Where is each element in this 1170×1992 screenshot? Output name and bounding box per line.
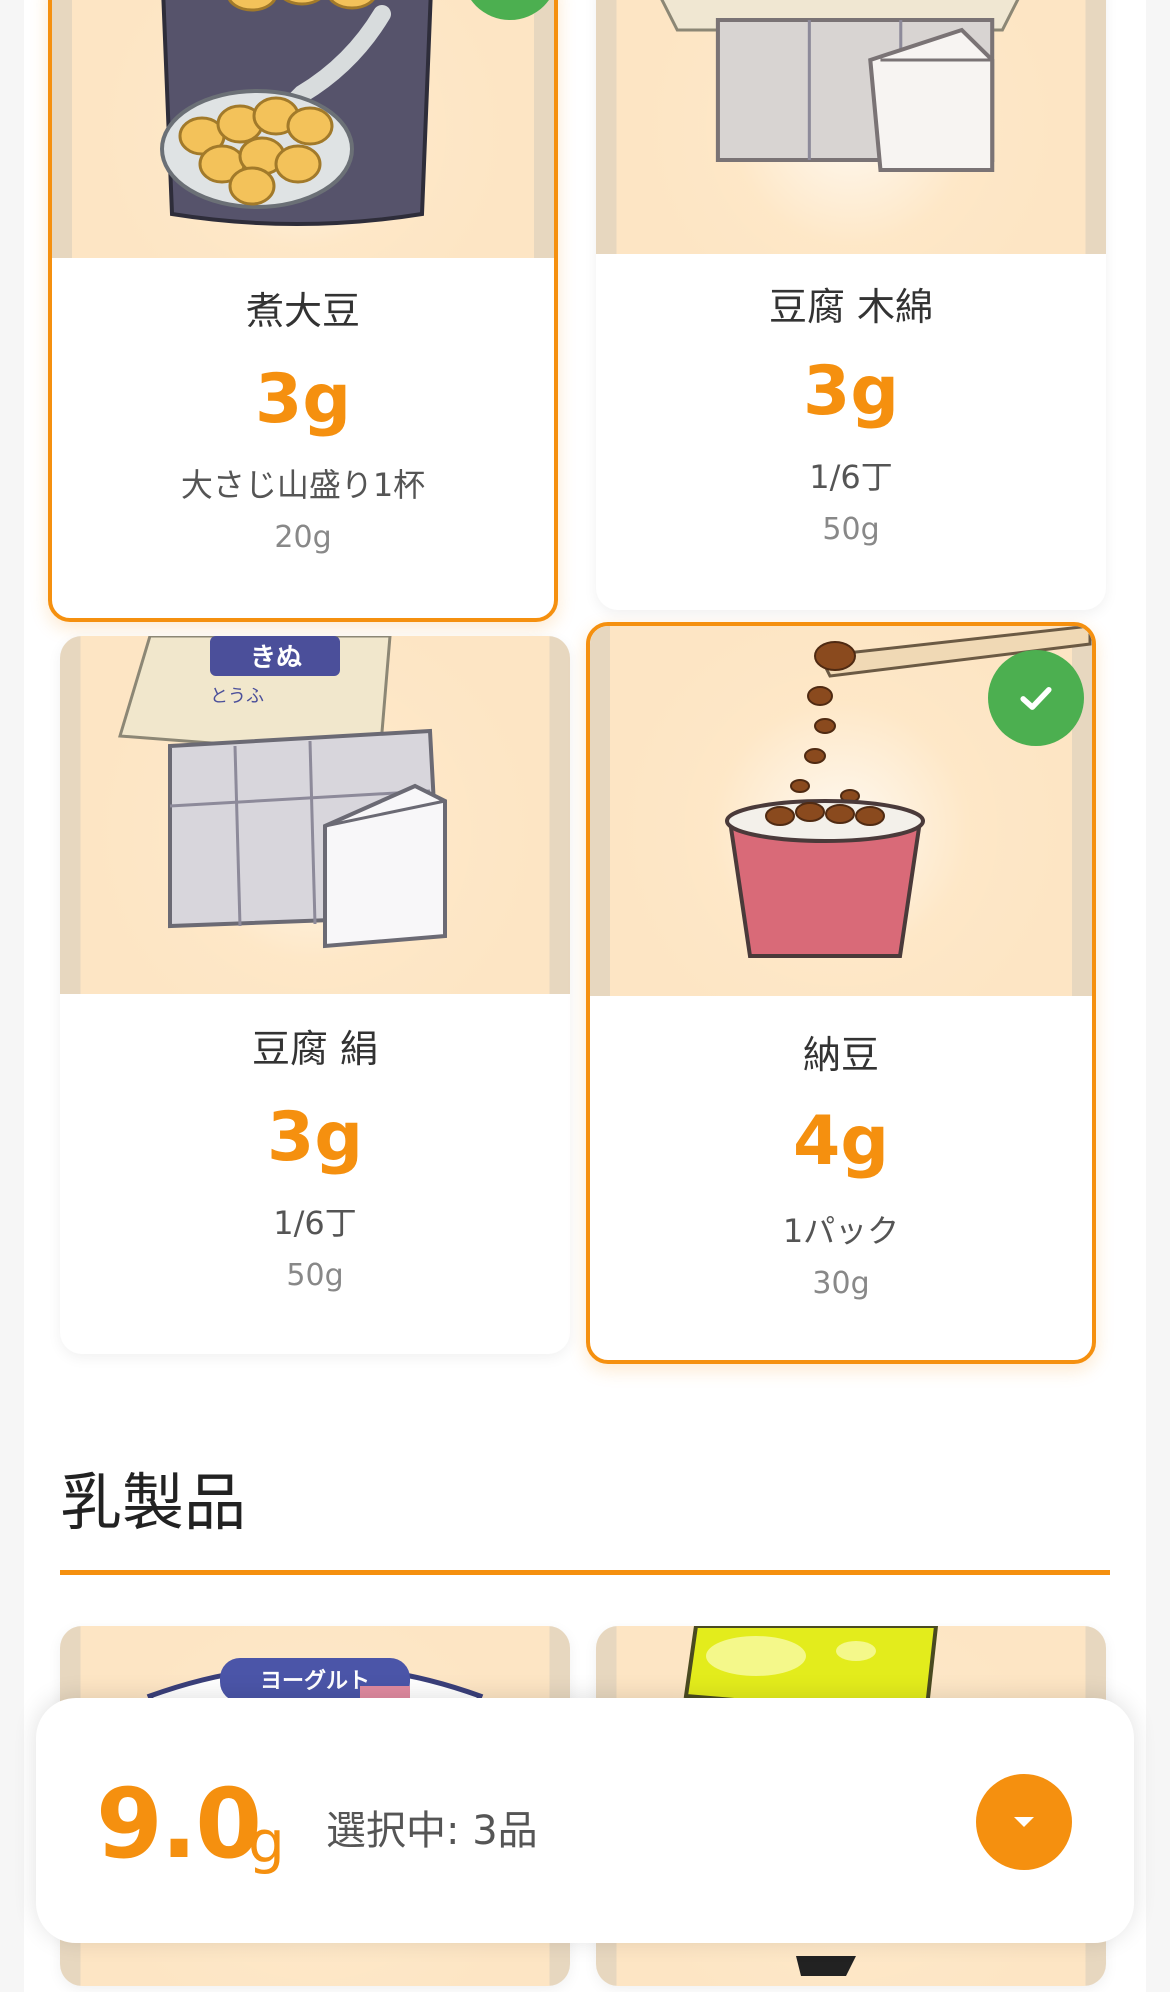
yogurt-package-label: ヨーグルト xyxy=(260,1668,370,1694)
chevron-down-icon xyxy=(1014,1817,1034,1827)
protein-amount: 4g xyxy=(793,1102,889,1181)
food-card-firm-tofu[interactable]: 豆腐 木綿 3g 1/6丁 50g xyxy=(596,0,1106,610)
food-name: 納豆 xyxy=(802,1033,879,1077)
protein-amount: 3g xyxy=(803,352,899,431)
food-card-boiled-soybeans[interactable]: 煮大豆 3g 大さじ山盛り1杯 20g xyxy=(48,0,558,622)
food-weight: 50g xyxy=(286,1258,344,1293)
portion-size: 1パック xyxy=(782,1212,900,1250)
portion-size: 1/6丁 xyxy=(809,458,893,496)
tofu-package-sublabel: とうふ xyxy=(210,686,264,707)
food-card-natto[interactable]: 納豆 4g 1パック 30g xyxy=(586,622,1096,1364)
page: 煮大豆 3g 大さじ山盛り1杯 20g 豆腐 木綿 3g 1/6丁 50g きぬ… xyxy=(24,0,1146,1992)
total-protein-unit: g xyxy=(248,1808,285,1876)
food-card-silken-tofu[interactable]: きぬ とうふ 豆腐 絹 3g 1/6丁 50g xyxy=(60,636,570,1354)
firm-tofu-illustration xyxy=(596,0,1106,254)
selection-summary-bar: 9.0 g 選択中: 3品 xyxy=(36,1698,1134,1943)
expand-summary-button[interactable] xyxy=(976,1774,1072,1870)
food-name: 豆腐 絹 xyxy=(251,1027,379,1071)
selected-check-icon xyxy=(988,650,1084,746)
total-protein-value: 9.0 xyxy=(96,1768,262,1880)
silken-tofu-illustration: きぬ とうふ xyxy=(60,636,570,994)
food-name: 煮大豆 xyxy=(245,289,360,333)
protein-amount: 3g xyxy=(255,360,351,439)
section-title-dairy: 乳製品 xyxy=(60,1466,247,1539)
food-name: 豆腐 木綿 xyxy=(768,285,934,329)
portion-size: 大さじ山盛り1杯 xyxy=(180,466,426,504)
boiled-soybeans-illustration xyxy=(52,0,554,258)
food-weight: 30g xyxy=(812,1266,870,1301)
tofu-package-label: きぬ xyxy=(250,643,302,673)
food-weight: 50g xyxy=(822,512,880,547)
food-weight: 20g xyxy=(274,520,332,555)
selected-count: 選択中: 3品 xyxy=(326,1808,538,1854)
portion-size: 1/6丁 xyxy=(273,1204,357,1242)
section-divider xyxy=(60,1570,1110,1575)
protein-amount: 3g xyxy=(267,1098,363,1177)
